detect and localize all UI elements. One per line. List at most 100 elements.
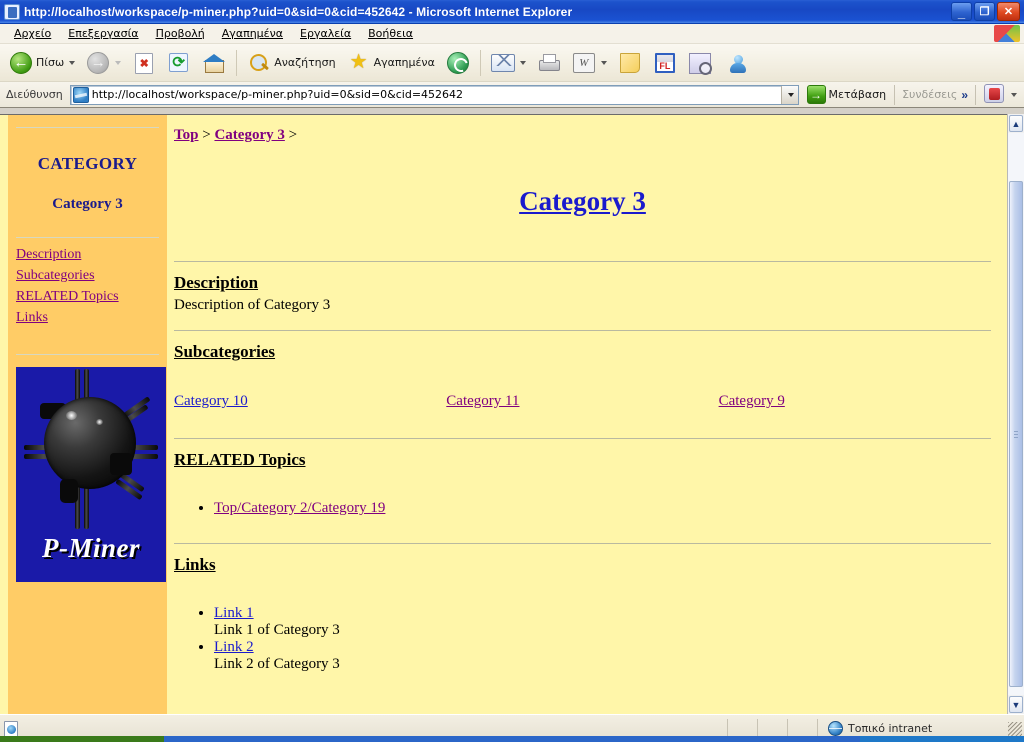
security-zone[interactable]: Τοπικό intranet [818, 721, 1008, 736]
acrobat-button[interactable] [979, 79, 1022, 111]
edit-word-button[interactable]: W [567, 47, 612, 79]
address-input[interactable] [91, 88, 781, 101]
mail-dropdown-icon[interactable] [519, 60, 526, 65]
sidebar-divider-top [16, 127, 159, 128]
logo-spike [84, 486, 89, 529]
logo-spike [110, 452, 132, 475]
refresh-button[interactable] [162, 47, 196, 79]
messenger-button[interactable] [718, 47, 752, 79]
edit-dropdown-icon[interactable] [600, 60, 607, 65]
star-icon [347, 51, 371, 75]
related-topic-link[interactable]: Top/Category 2/Category 19 [214, 500, 385, 516]
forward-arrow-icon: → [86, 51, 110, 75]
media-button[interactable] [441, 47, 475, 79]
mail-button[interactable] [486, 47, 531, 79]
globe-icon [828, 721, 843, 736]
menu-item-file[interactable]: Αρχείο [6, 26, 60, 41]
toolbar-separator-2 [479, 49, 481, 76]
web-page: CATEGORY Category 3 Description Subcateg… [0, 114, 1007, 714]
link-item-1[interactable]: Link 1 [214, 605, 254, 621]
page-title[interactable]: Category 3 [174, 186, 991, 217]
resize-grip[interactable] [1008, 721, 1022, 736]
go-button-label: Μετάβαση [828, 88, 887, 101]
research-icon [688, 51, 712, 75]
scrollbar-thumb[interactable] [1009, 181, 1023, 687]
menu-item-view[interactable]: Προβολή [148, 26, 214, 41]
sidebar-item-links[interactable]: Links [16, 309, 159, 328]
forward-dropdown-icon[interactable] [115, 60, 122, 65]
acrobat-dropdown-icon[interactable] [1011, 92, 1017, 97]
vertical-scrollbar[interactable]: ▲ ▼ [1007, 114, 1024, 714]
back-dropdown-icon[interactable] [69, 60, 76, 65]
toolbar-separator [236, 49, 238, 76]
home-button[interactable] [197, 47, 231, 79]
browser-window: http://localhost/workspace/p-miner.php?u… [0, 0, 1024, 742]
taskbar-sliver [0, 736, 1024, 742]
address-dropdown-button[interactable] [780, 85, 798, 104]
scroll-up-button[interactable]: ▲ [1009, 115, 1023, 132]
subcategory-link-category-10[interactable]: Category 10 [174, 393, 248, 409]
menu-item-edit[interactable]: Επεξεργασία [60, 26, 147, 41]
window-controls: _ ❐ ✕ [951, 2, 1022, 21]
breadcrumb-item-top[interactable]: Top [174, 127, 198, 143]
close-button[interactable]: ✕ [997, 2, 1020, 21]
link-item-2[interactable]: Link 2 [214, 639, 254, 655]
acrobat-icon [984, 83, 1006, 106]
breadcrumb-item-category-3[interactable]: Category 3 [214, 127, 284, 143]
menu-item-view-label: Προβολή [155, 27, 205, 40]
subcategory-link-category-11[interactable]: Category 11 [446, 393, 519, 409]
flash-button[interactable] [648, 47, 682, 79]
favorites-button[interactable]: Αγαπημένα [342, 47, 440, 79]
menu-item-favorites-label: Αγαπημένα [221, 27, 284, 40]
messenger-icon [723, 51, 747, 75]
stop-button[interactable] [127, 47, 161, 79]
address-bar: Διεύθυνση → Μετάβαση Συνδέσεις » [0, 82, 1024, 108]
subcategory-link-category-9[interactable]: Category 9 [719, 393, 785, 409]
note-button[interactable] [613, 47, 647, 79]
p-miner-logo: P-Miner [16, 366, 166, 582]
logo-spike [60, 478, 78, 503]
links-toolbar-button[interactable]: Συνδέσεις » [898, 88, 972, 102]
back-button[interactable]: ← Πίσω [4, 47, 80, 79]
scrollbar-track[interactable] [1008, 133, 1024, 695]
link-item-1-description: Link 1 of Category 3 [214, 622, 340, 638]
sidebar-item-subcategories[interactable]: Subcategories [16, 267, 159, 286]
flash-fl-icon [653, 51, 677, 75]
search-button[interactable]: Αναζήτηση [242, 47, 340, 79]
printer-icon [537, 51, 561, 75]
sidebar-heading: CATEGORY [37, 154, 138, 173]
address-separator [894, 84, 896, 105]
page-viewport: CATEGORY Category 3 Description Subcateg… [0, 114, 1024, 714]
restore-button[interactable]: ❐ [974, 2, 995, 21]
menu-item-tools[interactable]: Εργαλεία [292, 26, 360, 41]
sidebar-subheading: Category 3 [52, 196, 123, 212]
sidebar-item-related-topics[interactable]: RELATED Topics [16, 288, 159, 307]
magnifier-icon [247, 51, 271, 75]
back-arrow-icon: ← [9, 51, 33, 75]
print-button[interactable] [532, 47, 566, 79]
breadcrumb-trailing: > [288, 127, 298, 143]
minimize-button[interactable]: _ [951, 2, 972, 21]
go-button[interactable]: → Μετάβαση [802, 84, 892, 106]
chevron-down-icon [787, 92, 794, 97]
address-input-wrapper[interactable] [69, 84, 799, 105]
sidebar-item-description[interactable]: Description [16, 246, 159, 265]
menu-item-help[interactable]: Βοήθεια [360, 26, 422, 41]
breadcrumb: Top > Category 3 > [174, 115, 991, 144]
forward-button[interactable]: → [81, 47, 126, 79]
divider-4 [174, 543, 991, 544]
page-content: Top > Category 3 > Category 3 Descriptio… [168, 115, 1007, 714]
windows-flag-icon [994, 25, 1020, 42]
stop-icon [132, 51, 156, 75]
go-arrow-icon: → [806, 85, 826, 104]
research-button[interactable] [683, 47, 717, 79]
section-heading-subcategories: Subcategories [174, 342, 276, 361]
menu-bar: Αρχείο Επεξεργασία Προβολή Αγαπημένα Εργ… [0, 24, 1024, 44]
menu-item-favorites[interactable]: Αγαπημένα [214, 26, 292, 41]
subcategory-cell: Category 11 [446, 392, 718, 410]
word-edit-icon: W [572, 51, 596, 75]
sidebar-nav: Description Subcategories RELATED Topics… [16, 238, 159, 342]
scroll-down-button[interactable]: ▼ [1009, 696, 1023, 713]
overflow-chevron-icon[interactable]: » [961, 88, 968, 102]
divider-1 [174, 261, 991, 262]
